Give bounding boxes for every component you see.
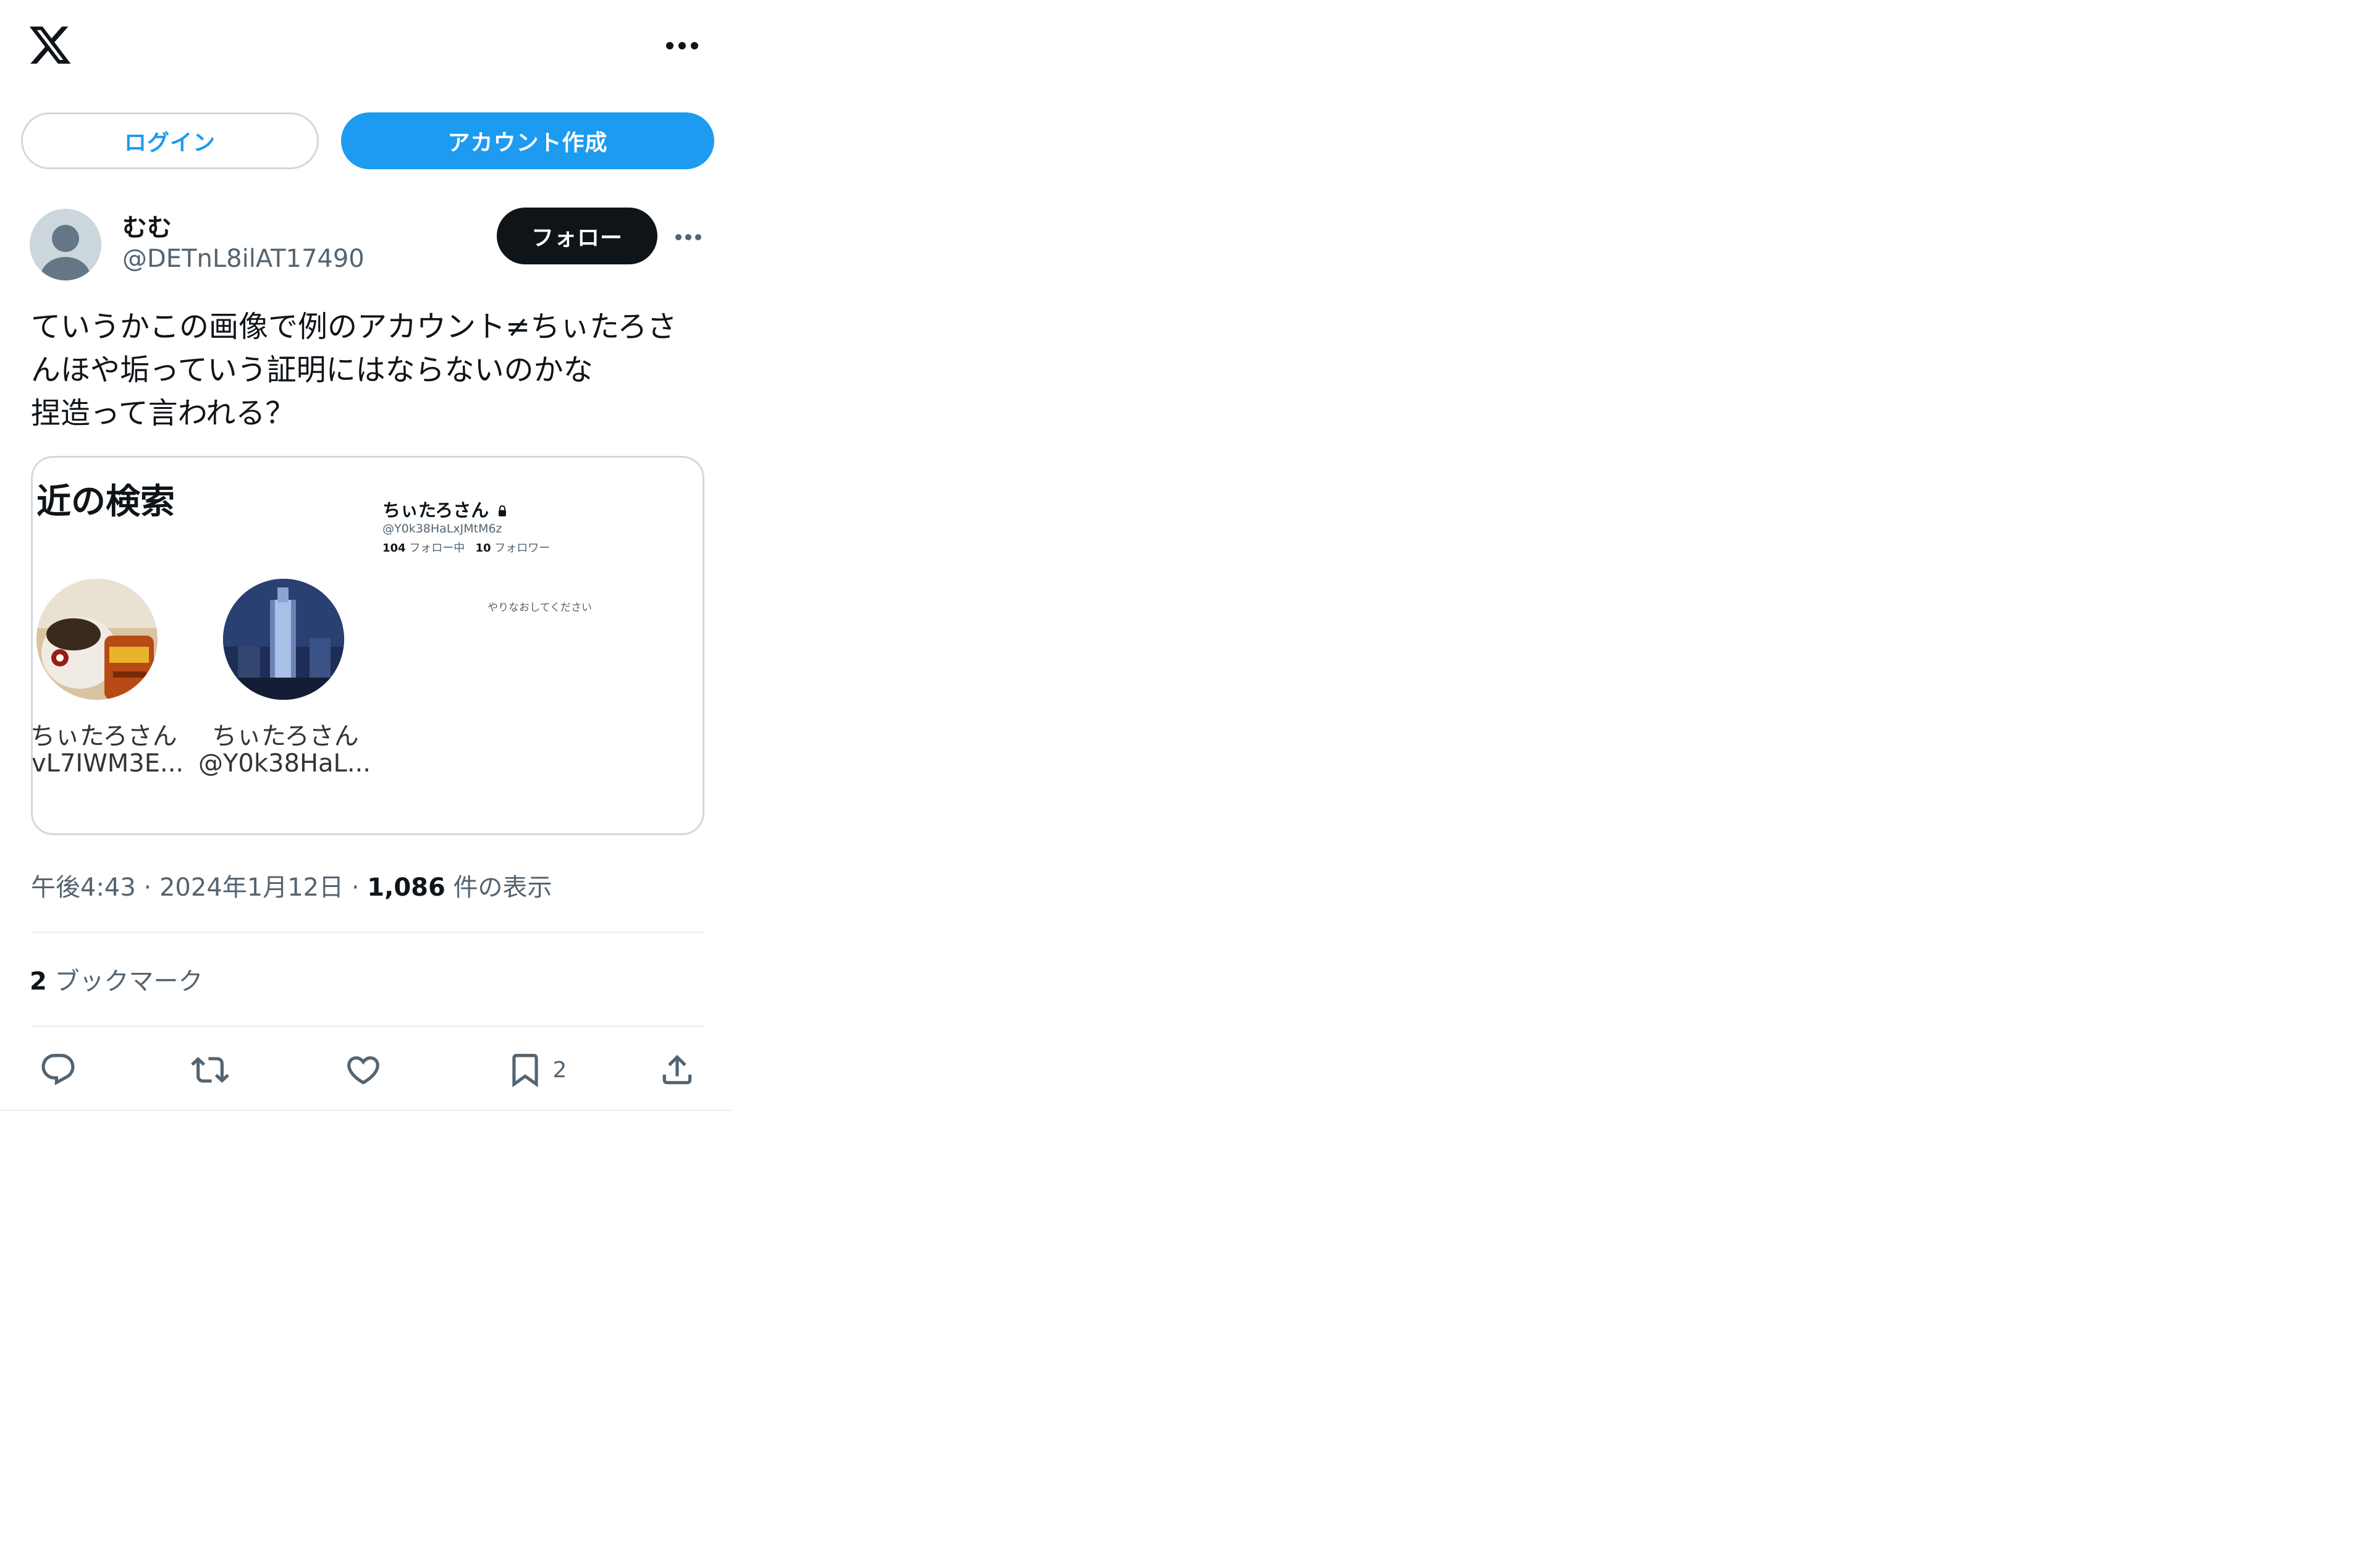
retweet-icon bbox=[191, 1057, 229, 1083]
search-result-handle: vL7IWM3E... bbox=[32, 749, 184, 778]
tweet-time[interactable]: 午後4:43 bbox=[31, 873, 136, 902]
heart-icon bbox=[347, 1056, 379, 1085]
tweet-page: ログイン アカウント作成 むむ @DETnL8ilAT17490 フォロー てい… bbox=[0, 0, 733, 1112]
tweet-date[interactable]: 2024年1月12日 bbox=[159, 873, 344, 902]
create-account-button[interactable]: アカウント作成 bbox=[341, 112, 714, 169]
tweet-text-line: 捏造って言われる？ bbox=[31, 396, 295, 431]
profile-handle: @Y0k38HaLxJMtM6z bbox=[382, 522, 502, 536]
divider bbox=[31, 931, 704, 933]
meta-separator: · bbox=[351, 873, 360, 902]
bookmark-icon bbox=[512, 1054, 538, 1088]
like-button[interactable] bbox=[340, 1045, 387, 1095]
profile-counts: 104 フォロー中 10 フォロワー bbox=[382, 542, 551, 555]
x-logo-icon[interactable] bbox=[27, 22, 73, 68]
avatar[interactable] bbox=[30, 209, 101, 280]
recent-search-title: 近の検索 bbox=[33, 474, 175, 524]
reply-icon bbox=[41, 1054, 75, 1086]
search-result-avatar bbox=[223, 579, 344, 700]
author-handle[interactable]: @DETnL8ilAT17490 bbox=[122, 245, 365, 273]
tweet-more-icon[interactable] bbox=[670, 225, 707, 250]
views-label: 件の表示 bbox=[453, 873, 552, 902]
follow-button[interactable]: フォロー bbox=[497, 208, 657, 264]
tweet-meta: 午後4:43 · 2024年1月12日 · 1,086 件の表示 bbox=[31, 867, 552, 903]
search-result-name: ちぃたろさん bbox=[31, 722, 177, 750]
share-icon bbox=[662, 1054, 692, 1085]
retweet-button[interactable] bbox=[187, 1045, 234, 1095]
tweet-image[interactable]: 近の検索 ちぃたろさん vL7IWM3E... ちぃたろさん @Y0k38HaL… bbox=[31, 456, 704, 835]
profile-name: ちぃたろさん bbox=[382, 496, 507, 522]
divider bbox=[31, 1025, 704, 1027]
tweet-text: ていうかこの画像で例のアカウント≠ちぃたろさ んほや垢っていう証明にはならないの… bbox=[31, 305, 704, 435]
share-button[interactable] bbox=[654, 1045, 701, 1095]
retry-message: やりなおしてください bbox=[487, 602, 592, 614]
reply-button[interactable] bbox=[35, 1045, 82, 1095]
bookmark-button[interactable]: 2 bbox=[499, 1045, 573, 1095]
lock-icon bbox=[499, 505, 507, 516]
bookmark-stats[interactable]: 2 ブックマーク bbox=[30, 961, 203, 997]
login-button[interactable]: ログイン bbox=[21, 112, 319, 169]
tweet-bottom-border bbox=[0, 1109, 733, 1111]
meta-separator: · bbox=[143, 873, 152, 902]
views-count: 1,086 bbox=[367, 873, 445, 902]
search-result-handle: @Y0k38HaL... bbox=[198, 749, 371, 778]
author-name[interactable]: むむ bbox=[122, 208, 172, 243]
tweet-text-line: んほや垢っていう証明にはならないのかな bbox=[31, 353, 593, 387]
search-result-avatar bbox=[36, 579, 158, 700]
bookmark-count: 2 bbox=[552, 1057, 567, 1083]
tweet-text-line: ていうかこの画像で例のアカウント≠ちぃたろさ bbox=[31, 309, 677, 344]
more-horizontal-icon[interactable] bbox=[656, 32, 708, 59]
search-result-name: ちぃたろさん bbox=[212, 722, 359, 750]
